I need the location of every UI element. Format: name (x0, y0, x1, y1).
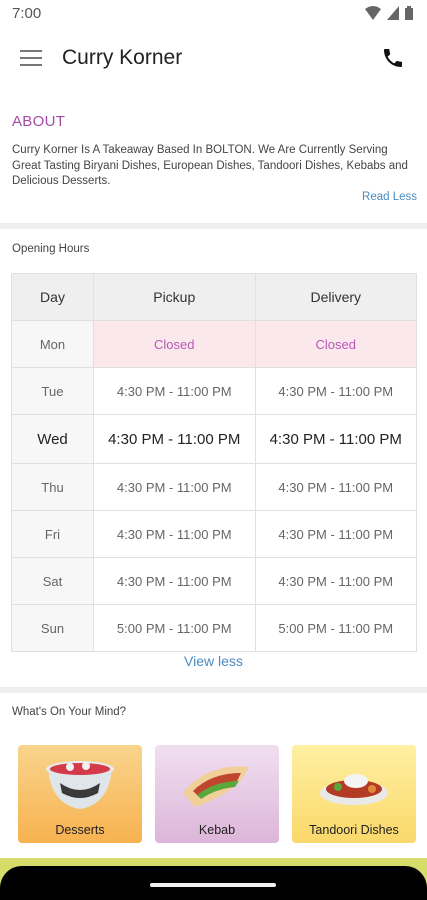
delivery-cell: 4:30 PM - 11:00 PM (254, 463, 417, 511)
day-cell: Fri (11, 510, 94, 558)
category-cards: Desserts Kebab Tandoori Dishes (18, 745, 416, 843)
wifi-icon (365, 6, 381, 20)
section-divider (0, 687, 427, 693)
category-card-tandoori[interactable]: Tandoori Dishes (292, 745, 416, 843)
table-row-today: Wed 4:30 PM - 11:00 PM 4:30 PM - 11:00 P… (11, 414, 417, 464)
delivery-cell: 4:30 PM - 11:00 PM (254, 557, 417, 605)
category-card-desserts[interactable]: Desserts (18, 745, 142, 843)
table-header-row: Day Pickup Delivery (11, 273, 417, 321)
tandoori-plate-icon (320, 774, 388, 805)
pickup-cell: 4:30 PM - 11:00 PM (93, 557, 256, 605)
table-row: Fri 4:30 PM - 11:00 PM 4:30 PM - 11:00 P… (11, 510, 417, 558)
table-row: Mon Closed Closed (11, 320, 417, 368)
signal-icon (387, 6, 399, 20)
day-cell: Thu (11, 463, 94, 511)
day-cell: Wed (11, 414, 94, 464)
table-row: Sun 5:00 PM - 11:00 PM 5:00 PM - 11:00 P… (11, 604, 417, 652)
system-navigation-bar (0, 866, 427, 900)
phone-icon[interactable] (381, 46, 405, 70)
pickup-cell: 4:30 PM - 11:00 PM (93, 510, 256, 558)
read-less-link[interactable]: Read Less (362, 191, 417, 203)
status-icons (365, 6, 413, 20)
pickup-cell: 4:30 PM - 11:00 PM (93, 414, 256, 464)
pickup-cell: 4:30 PM - 11:00 PM (93, 367, 256, 415)
header-pickup: Pickup (93, 273, 256, 321)
category-card-kebab[interactable]: Kebab (155, 745, 279, 843)
header-day: Day (11, 273, 94, 321)
day-cell: Mon (11, 320, 94, 368)
delivery-cell: 4:30 PM - 11:00 PM (254, 367, 417, 415)
whats-on-your-mind-title: What's On Your Mind? (12, 706, 127, 718)
delivery-cell: 4:30 PM - 11:00 PM (254, 414, 417, 464)
header-delivery: Delivery (254, 273, 417, 321)
delivery-cell: Closed (254, 320, 417, 368)
delivery-cell: 5:00 PM - 11:00 PM (254, 604, 417, 652)
day-cell: Sat (11, 557, 94, 605)
category-label: Kebab (198, 823, 236, 837)
table-row: Thu 4:30 PM - 11:00 PM 4:30 PM - 11:00 P… (11, 463, 417, 511)
table-row: Sat 4:30 PM - 11:00 PM 4:30 PM - 11:00 P… (11, 557, 417, 605)
about-section: ABOUT Curry Korner Is A Takeaway Based I… (0, 105, 427, 223)
pickup-cell: 4:30 PM - 11:00 PM (93, 463, 256, 511)
app-title: Curry Korner (62, 46, 183, 69)
about-heading: ABOUT (12, 113, 66, 130)
about-text: Curry Korner Is A Takeaway Based In BOLT… (12, 144, 408, 187)
table-row: Tue 4:30 PM - 11:00 PM 4:30 PM - 11:00 P… (11, 367, 417, 415)
status-time: 7:00 (12, 5, 42, 22)
home-gesture-handle[interactable] (150, 883, 276, 887)
delivery-cell: 4:30 PM - 11:00 PM (254, 510, 417, 558)
day-cell: Tue (11, 367, 94, 415)
day-cell: Sun (11, 604, 94, 652)
hamburger-menu-icon[interactable] (20, 50, 42, 68)
category-label: Desserts (55, 823, 105, 837)
pickup-cell: 5:00 PM - 11:00 PM (93, 604, 256, 652)
opening-hours-title: Opening Hours (12, 243, 90, 255)
view-less-link[interactable]: View less (0, 653, 427, 669)
app-bar: Curry Korner (0, 30, 427, 92)
section-divider (0, 223, 427, 229)
dessert-bowl-icon (46, 761, 114, 809)
category-label: Tandoori Dishes (309, 823, 399, 837)
status-bar: 7:00 (0, 0, 427, 30)
battery-icon (405, 6, 413, 20)
pickup-cell: Closed (93, 320, 256, 368)
kebab-wrap-icon (183, 766, 249, 807)
opening-hours-table: Day Pickup Delivery Mon Closed Closed Tu… (11, 273, 417, 652)
